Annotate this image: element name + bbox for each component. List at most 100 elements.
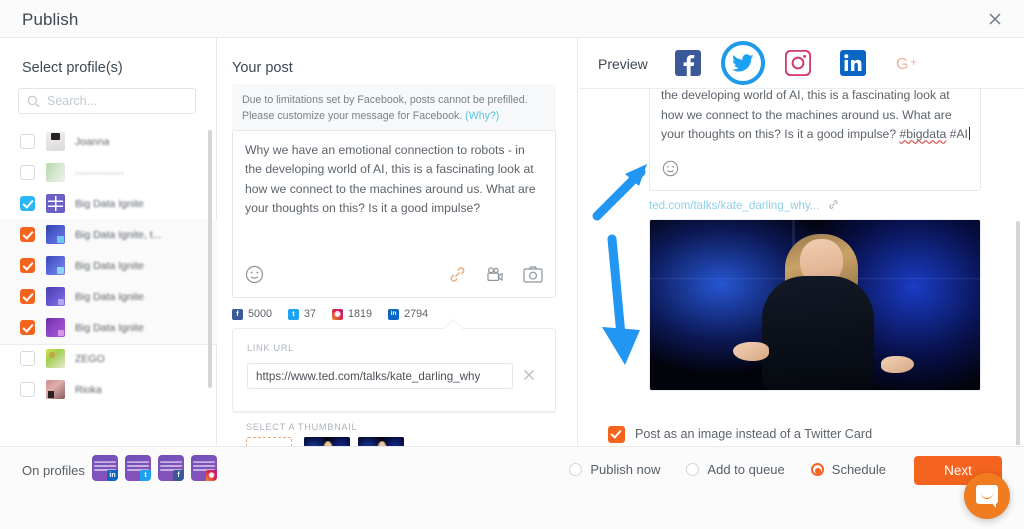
link-icon[interactable] [448, 265, 467, 289]
your-post-heading: Your post [232, 60, 293, 76]
chat-bubble-icon[interactable] [964, 473, 1010, 519]
link-url-label: LINK URL [247, 343, 294, 353]
profile-checkbox[interactable] [20, 227, 35, 242]
twitter-preview-link-row[interactable]: ted.com/talks/kate_darling_why... [649, 199, 839, 212]
avatar [46, 225, 65, 244]
preview-tab-instagram[interactable] [784, 49, 812, 77]
instagram-icon: ◉ [206, 470, 217, 481]
post-as-image-label: Post as an image instead of a Twitter Ca… [635, 427, 873, 441]
profile-name: Big Data Ignite [75, 259, 144, 272]
compose-toolbar [233, 257, 555, 297]
compose-textarea[interactable]: Why we have an emotional connection to r… [245, 141, 545, 218]
preview-tab-twitter[interactable] [721, 41, 765, 94]
radio-label: Add to queue [707, 462, 785, 477]
profile-name: Big Data Ignite [75, 321, 144, 334]
preview-panel: Preview G + the developing world of AI, … [579, 38, 1024, 445]
profile-name: Rioka [75, 383, 102, 396]
modal-titlebar: Publish [0, 0, 1024, 38]
profile-row[interactable]: Big Data Ignite [0, 250, 217, 281]
counter-value: 2794 [404, 308, 429, 320]
link-url-input[interactable] [247, 363, 513, 389]
linkedin-icon: in [107, 470, 118, 481]
avatar [46, 256, 65, 275]
profile-search[interactable] [18, 88, 196, 114]
profile-checkbox[interactable] [20, 351, 35, 366]
avatar [46, 380, 65, 399]
modal-footer: On profiles in t f ◉ Publish now Add to … [0, 446, 1024, 529]
counter-facebook: f 5000 [232, 308, 272, 320]
radio-label: Schedule [831, 462, 886, 477]
facebook-notice: Due to limitations set by Facebook, post… [232, 84, 556, 133]
photo-icon[interactable] [523, 266, 543, 288]
search-input[interactable] [47, 89, 192, 113]
preview-tab-googleplus[interactable]: G + [895, 50, 921, 76]
profile-checkbox[interactable] [20, 289, 35, 304]
profile-name: Joanna [75, 135, 110, 148]
profile-checkbox[interactable] [20, 320, 35, 335]
selected-profile-avatar[interactable]: f [158, 455, 184, 481]
counter-value: 5000 [248, 308, 273, 320]
profile-checkbox[interactable] [20, 196, 35, 211]
twitter-icon: t [140, 470, 151, 481]
profile-row[interactable]: Big Data Ignite [0, 188, 217, 219]
preview-tab-facebook[interactable] [675, 50, 701, 76]
post-as-image-checkbox[interactable] [608, 425, 625, 443]
radio-publish-now[interactable]: Publish now [561, 462, 660, 477]
twitter-preview-compose[interactable]: the developing world of AI, this is a fa… [649, 89, 981, 191]
preview-hashtag: #bigdata [899, 127, 947, 142]
post-as-image-option[interactable]: Post as an image instead of a Twitter Ca… [579, 422, 1024, 445]
preview-hashtag: #AI [949, 127, 968, 142]
profile-checkbox[interactable] [20, 258, 35, 273]
avatar [46, 132, 65, 151]
profile-checkbox[interactable] [20, 382, 35, 397]
profile-checkbox[interactable] [20, 165, 35, 180]
profile-list-scrollbar[interactable] [208, 130, 212, 388]
facebook-icon: f [232, 308, 243, 320]
profile-name: Big Data Ignite [75, 197, 144, 210]
chain-icon [828, 199, 839, 212]
counter-instagram: ◉ 1819 [332, 308, 372, 320]
svg-text:G: G [896, 56, 908, 73]
close-icon[interactable] [984, 8, 1006, 30]
page-title: Publish [22, 10, 79, 29]
radio-schedule[interactable]: Schedule [803, 462, 886, 477]
publish-modal: Publish Select profile(s) Joanna ········… [0, 0, 1024, 529]
profile-row[interactable]: Joanna [0, 126, 217, 157]
profile-row[interactable]: Big Data Ignite [0, 312, 217, 343]
radio-indicator[interactable] [569, 463, 583, 476]
video-icon[interactable] [485, 265, 505, 289]
profile-name: ·············· [75, 166, 124, 179]
twitter-icon: t [288, 308, 300, 320]
profile-checkbox[interactable] [20, 134, 35, 149]
radio-add-to-queue[interactable]: Add to queue [678, 462, 785, 477]
svg-text:+: + [910, 55, 917, 69]
radio-indicator[interactable] [810, 463, 824, 476]
character-counters: f 5000 t 37 ◉ 1819 in 2794 [232, 308, 444, 320]
profile-row[interactable]: ·············· [0, 157, 217, 188]
selected-profile-avatar[interactable]: ◉ [191, 455, 217, 481]
profile-row[interactable]: Big Data Ignite [0, 281, 217, 312]
emoji-icon[interactable] [662, 160, 679, 182]
linkedin-icon: in [388, 308, 400, 320]
twitter-preview-text[interactable]: the developing world of AI, this is a fa… [661, 89, 971, 145]
profile-row[interactable]: ZEGO [0, 343, 217, 374]
clear-url-icon[interactable] [521, 367, 537, 383]
profile-name: Big Data Ignite, t... [75, 228, 162, 241]
radio-indicator[interactable] [686, 463, 700, 476]
profile-name: Big Data Ignite [75, 290, 144, 303]
selected-profile-avatar[interactable]: in [92, 455, 118, 481]
compose-box[interactable]: Why we have an emotional connection to r… [232, 130, 556, 298]
profile-row[interactable]: Rioka [0, 374, 217, 405]
selected-profile-avatar[interactable]: t [125, 455, 151, 481]
why-link[interactable]: (Why?) [465, 110, 499, 122]
select-profiles-heading: Select profile(s) [22, 60, 123, 76]
profile-list[interactable]: Joanna ·············· Big Data Ignite Big D… [0, 126, 217, 432]
emoji-icon[interactable] [245, 265, 264, 289]
search-icon [27, 95, 40, 108]
twitter-preview-media[interactable] [649, 219, 981, 391]
schedule-options: Publish now Add to queue Schedule [561, 462, 886, 477]
preview-scrollbar[interactable] [1016, 221, 1020, 445]
profile-row[interactable]: Big Data Ignite, t... [0, 219, 217, 250]
preview-tab-linkedin[interactable] [840, 50, 866, 76]
counter-value: 37 [304, 308, 317, 320]
